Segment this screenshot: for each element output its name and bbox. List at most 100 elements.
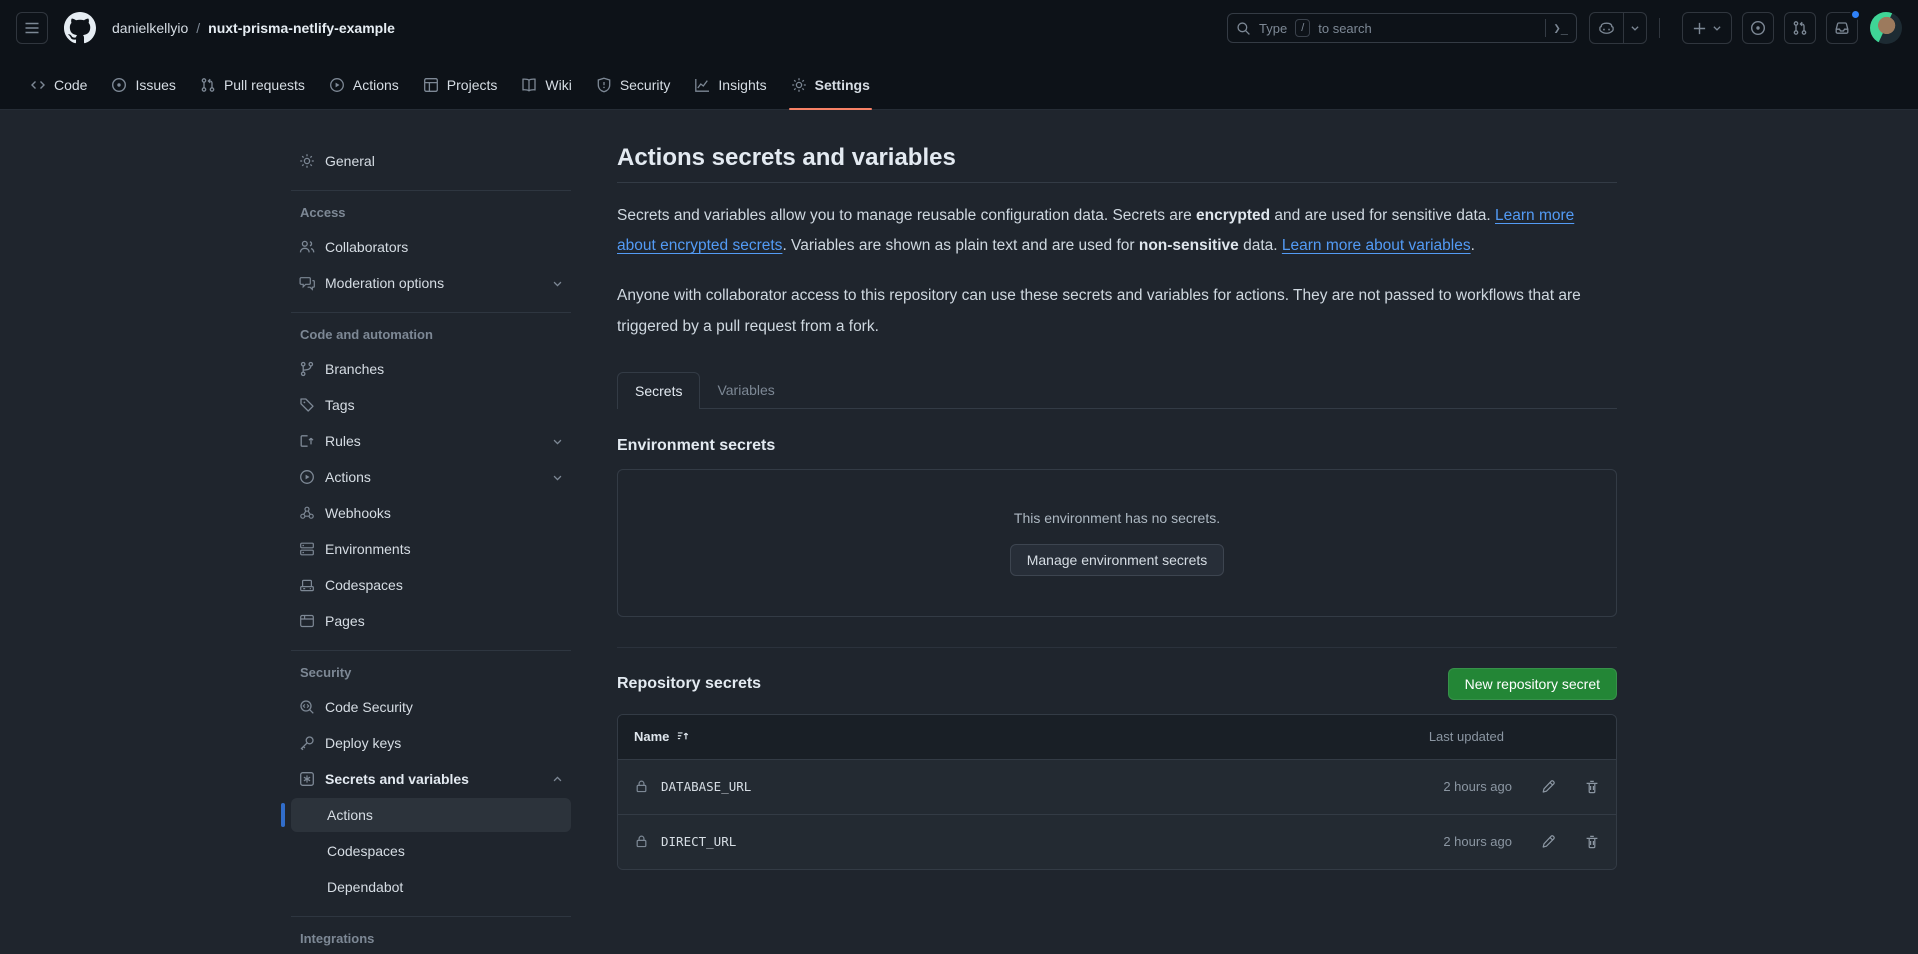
copilot-button[interactable] [1590, 13, 1624, 43]
edit-secret-button[interactable] [1540, 834, 1556, 850]
sidebar-section-access: Access [281, 205, 571, 220]
pull-requests-button[interactable] [1784, 12, 1816, 44]
non-sensitive-emphasis: non-sensitive [1139, 237, 1239, 254]
sidebar-subitem-actions[interactable]: Actions [291, 798, 571, 832]
book-icon [521, 77, 537, 93]
sidebar-item-tags[interactable]: Tags [291, 388, 571, 422]
sidebar-item-environments[interactable]: Environments [291, 532, 571, 566]
pencil-icon [1540, 834, 1556, 850]
sidebar-item-code-security[interactable]: Code Security [291, 690, 571, 724]
tab-secrets[interactable]: Secrets [617, 372, 700, 409]
sidebar-divider [291, 312, 571, 313]
search-input[interactable]: Type / to search ❯_ [1227, 13, 1577, 43]
avatar[interactable] [1870, 12, 1902, 44]
repo-nav-tabs: Code Issues Pull requests Actions Projec… [0, 56, 1918, 109]
trash-icon [1584, 779, 1600, 795]
sidebar-item-pages[interactable]: Pages [291, 604, 571, 638]
manage-environment-secrets-button[interactable]: Manage environment secrets [1010, 544, 1225, 576]
gear-icon [299, 153, 315, 169]
sidebar-item-secrets-and-variables[interactable]: Secrets and variables [291, 762, 571, 796]
tab-actions[interactable]: Actions [321, 77, 407, 109]
app-header: danielkellyio / nuxt-prisma-netlify-exam… [0, 0, 1918, 110]
sidebar-item-branches[interactable]: Branches [291, 352, 571, 386]
inbox-icon [1834, 20, 1850, 36]
repository-secrets-table: Name Last updated DATABASE_URL 2 hours a… [617, 714, 1617, 870]
command-palette-icon[interactable]: ❯_ [1554, 21, 1568, 35]
play-icon [299, 469, 315, 485]
tab-issues[interactable]: Issues [103, 77, 183, 109]
breadcrumb-separator: / [196, 20, 200, 36]
sidebar-item-codespaces[interactable]: Codespaces [291, 568, 571, 602]
git-pull-request-icon [200, 77, 216, 93]
hamburger-menu-button[interactable] [16, 12, 48, 44]
sidebar-subitem-dependabot[interactable]: Dependabot [291, 870, 571, 904]
tab-projects[interactable]: Projects [415, 77, 506, 109]
people-icon [299, 239, 315, 255]
webhook-icon [299, 505, 315, 521]
unread-notifications-dot [1850, 9, 1861, 20]
lock-icon [634, 834, 649, 849]
sidebar-item-actions[interactable]: Actions [291, 460, 571, 494]
sidebar-item-deploy-keys[interactable]: Deploy keys [291, 726, 571, 760]
sidebar-item-rules[interactable]: Rules [291, 424, 571, 458]
search-divider [1545, 19, 1546, 37]
codespaces-icon [299, 577, 315, 593]
git-branch-icon [299, 361, 315, 377]
table-row: DIRECT_URL 2 hours ago [618, 814, 1616, 869]
chevron-down-icon [552, 278, 563, 289]
chevron-down-icon [1630, 23, 1640, 33]
sidebar-item-webhooks[interactable]: Webhooks [291, 496, 571, 530]
sidebar-subitem-codespaces[interactable]: Codespaces [291, 834, 571, 868]
issue-opened-icon [1750, 20, 1766, 36]
sort-ascending-icon [676, 729, 691, 744]
issue-opened-icon [111, 77, 127, 93]
environment-secrets-empty-state: This environment has no secrets. Manage … [617, 469, 1617, 617]
settings-layout: General Access Collaborators Moderation … [0, 110, 1617, 954]
tab-security[interactable]: Security [588, 77, 679, 109]
tab-variables[interactable]: Variables [700, 372, 791, 408]
copilot-button-group [1589, 12, 1647, 44]
github-logo[interactable] [64, 12, 96, 44]
delete-secret-button[interactable] [1584, 779, 1600, 795]
last-updated-value: 2 hours ago [1443, 834, 1512, 849]
sidebar-divider [291, 916, 571, 917]
sidebar-item-moderation-options[interactable]: Moderation options [291, 266, 571, 300]
copilot-dropdown-button[interactable] [1624, 13, 1646, 43]
repository-secrets-header: Repository secrets New repository secret [617, 668, 1617, 700]
main-content: Actions secrets and variables Secrets an… [617, 144, 1617, 954]
asterisk-box-icon [299, 771, 315, 787]
table-row: DATABASE_URL 2 hours ago [618, 759, 1616, 814]
tab-settings[interactable]: Settings [783, 77, 878, 109]
sidebar-item-general[interactable]: General [291, 144, 571, 178]
learn-more-variables-link[interactable]: Learn more about variables [1282, 237, 1471, 254]
graph-icon [694, 77, 710, 93]
chevron-down-icon [552, 472, 563, 483]
repository-secrets-heading: Repository secrets [617, 675, 761, 693]
sidebar-section-code-automation: Code and automation [281, 327, 571, 342]
header-divider [1659, 18, 1660, 38]
breadcrumb-owner[interactable]: danielkellyio [112, 20, 188, 36]
lock-icon [634, 779, 649, 794]
issues-button[interactable] [1742, 12, 1774, 44]
tab-insights[interactable]: Insights [686, 77, 774, 109]
create-new-button[interactable] [1682, 12, 1732, 44]
pencil-icon [1540, 779, 1556, 795]
sidebar-item-collaborators[interactable]: Collaborators [291, 230, 571, 264]
name-column-header[interactable]: Name [634, 729, 691, 744]
section-divider [617, 647, 1617, 648]
browser-icon [299, 613, 315, 629]
git-pull-request-icon [1792, 20, 1808, 36]
rules-icon [299, 433, 315, 449]
delete-secret-button[interactable] [1584, 834, 1600, 850]
breadcrumb-repo[interactable]: nuxt-prisma-netlify-example [208, 20, 395, 36]
hamburger-icon [24, 20, 40, 36]
tab-wiki[interactable]: Wiki [513, 77, 579, 109]
new-repository-secret-button[interactable]: New repository secret [1448, 668, 1617, 700]
edit-secret-button[interactable] [1540, 779, 1556, 795]
sidebar-divider [291, 190, 571, 191]
tab-code[interactable]: Code [22, 77, 95, 109]
tab-pull-requests[interactable]: Pull requests [192, 77, 313, 109]
search-placeholder-prefix: Type [1259, 21, 1287, 36]
settings-sidebar: General Access Collaborators Moderation … [281, 144, 571, 954]
notifications-inbox-button[interactable] [1826, 12, 1858, 44]
